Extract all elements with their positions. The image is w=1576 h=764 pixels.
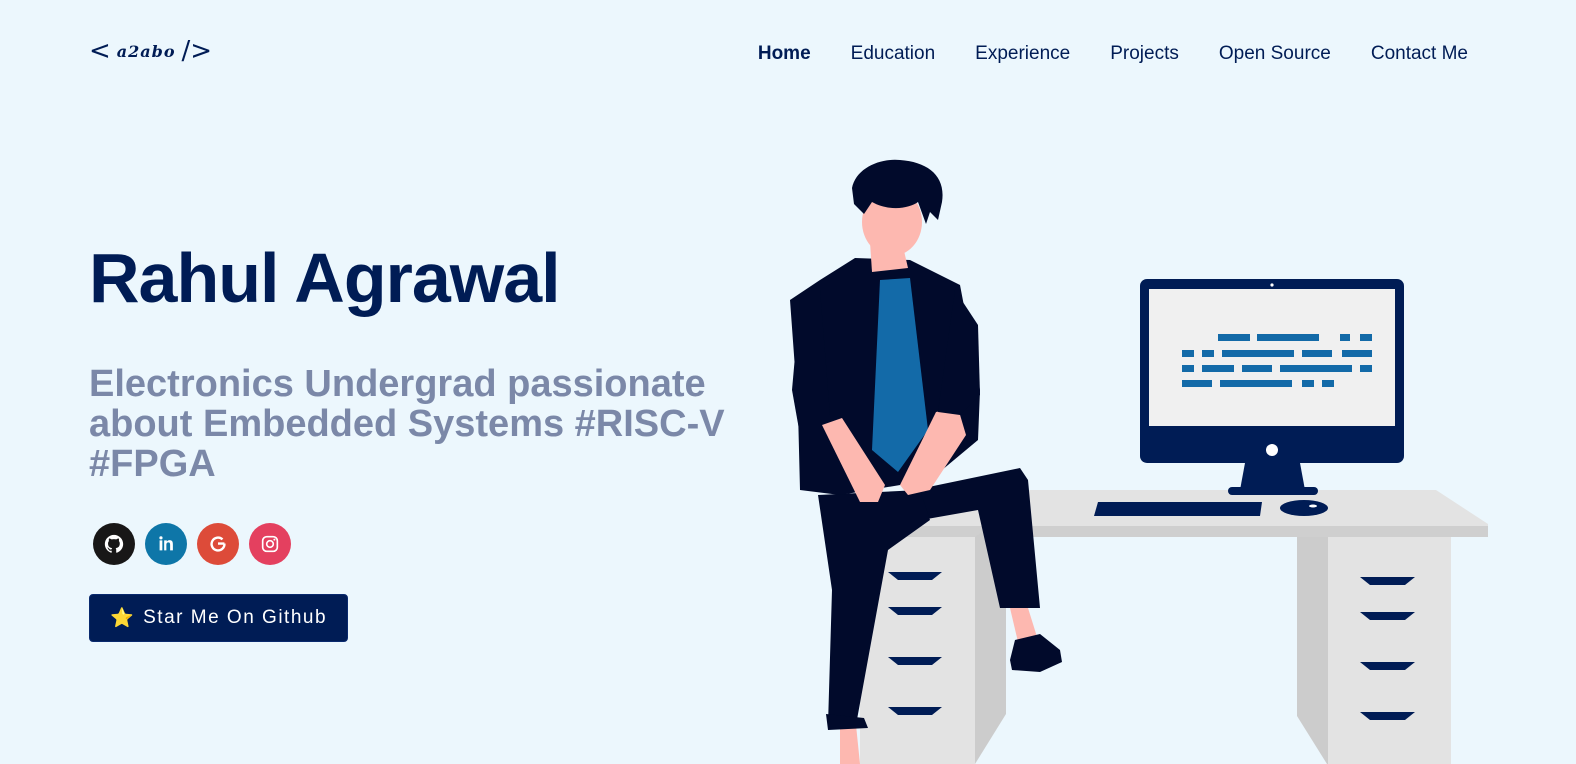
star-button-label: Star Me On Github (143, 607, 328, 628)
github-link[interactable] (93, 523, 135, 565)
hero-name: Rahul Agrawal (89, 239, 561, 317)
logo-open-bracket: < (89, 36, 111, 66)
star-on-github-button[interactable]: ⭐ Star Me On Github (89, 594, 348, 642)
nav-open-source[interactable]: Open Source (1219, 43, 1331, 65)
desk-illustration (860, 490, 1488, 764)
nav-projects[interactable]: Projects (1110, 43, 1179, 65)
linkedin-link[interactable] (145, 523, 187, 565)
linkedin-icon (159, 536, 173, 551)
github-icon (104, 534, 124, 553)
nav-contact-me[interactable]: Contact Me (1371, 43, 1468, 65)
nav-home[interactable]: Home (758, 43, 811, 65)
developer-at-desk-illustration (790, 159, 1488, 764)
logo-close-bracket: /> (181, 36, 213, 66)
hero-tagline: Electronics Undergrad passionate about E… (89, 363, 725, 485)
site-logo[interactable]: < a2abo /> (89, 36, 212, 66)
instagram-link[interactable] (249, 523, 291, 565)
instagram-icon (261, 535, 279, 553)
google-icon (210, 536, 226, 552)
nav-experience[interactable]: Experience (975, 43, 1070, 65)
google-link[interactable] (197, 523, 239, 565)
star-icon: ⭐ (109, 608, 136, 629)
main-nav: Home Education Experience Projects Open … (758, 43, 1468, 65)
monitor-illustration (1094, 279, 1404, 516)
logo-signature: a2abo (116, 41, 176, 61)
nav-education[interactable]: Education (851, 43, 936, 65)
social-links (93, 523, 291, 565)
